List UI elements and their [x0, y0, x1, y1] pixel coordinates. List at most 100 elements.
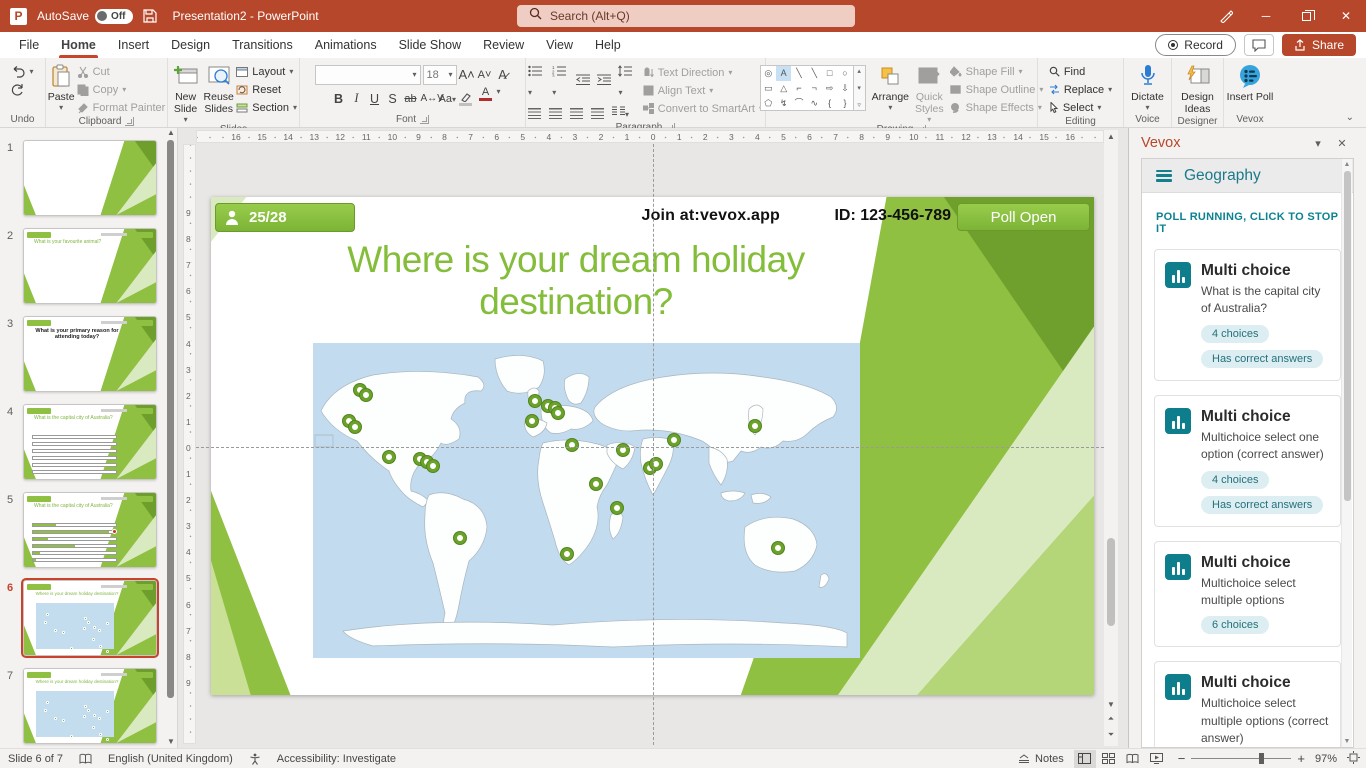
align-center-button[interactable] [549, 107, 562, 119]
zoom-level[interactable]: 97% [1315, 753, 1337, 765]
tab-design[interactable]: Design [160, 32, 221, 58]
align-left-button[interactable] [528, 107, 541, 119]
text-shadow-button[interactable]: S [385, 92, 401, 106]
previous-slide-icon[interactable]: ⏶ [1104, 714, 1118, 724]
vevox-poll-card[interactable]: Multi choice Multichoice select multiple… [1154, 661, 1341, 747]
normal-view-button[interactable] [1073, 749, 1096, 768]
vevox-poll-card[interactable]: Multi choice What is the capital city of… [1154, 249, 1341, 381]
accessibility-status[interactable]: Accessibility: Investigate [277, 753, 396, 765]
slide-thumbnail-6[interactable]: 6 Where is your dream holiday destination… [7, 578, 159, 658]
scroll-up-icon[interactable]: ▲ [1104, 132, 1118, 141]
replace-button[interactable]: Replace ▾ [1049, 81, 1112, 98]
font-color-button[interactable]: A ▾ [477, 87, 501, 110]
reset-button[interactable]: Reset [236, 81, 297, 98]
share-button[interactable]: Share [1281, 34, 1356, 56]
reuse-slides-button[interactable]: Reuse Slides [203, 61, 234, 115]
text-highlight-button[interactable] [457, 92, 475, 106]
accessibility-icon[interactable] [249, 753, 261, 765]
vevox-poll-card[interactable]: Multi choice Multichoice select multiple… [1154, 540, 1341, 648]
clear-formatting-button[interactable]: A̷ [495, 68, 511, 82]
shape-gallery[interactable]: ◎ A ╲ ╲ □ ○ ▭ △ ⌐ ¬ ⇨ ⇩ ⬠ ↯ ⌒ ∿{} [759, 65, 854, 111]
restore-button[interactable] [1286, 0, 1326, 32]
reading-view-button[interactable] [1122, 750, 1144, 768]
layout-button[interactable]: Layout ▾ [236, 63, 297, 80]
session-header[interactable]: Geography [1142, 159, 1353, 193]
notes-button[interactable]: Notes [1018, 753, 1064, 765]
comments-button[interactable] [1243, 34, 1274, 56]
close-button[interactable]: ✕ [1326, 0, 1366, 32]
shape-fill-button[interactable]: Shape Fill ▾ [949, 63, 1044, 80]
ribbon-display-options-icon[interactable] [1206, 0, 1246, 32]
save-icon[interactable] [142, 9, 157, 23]
powerpoint-app-icon[interactable]: P [10, 7, 27, 25]
align-right-button[interactable] [570, 107, 583, 119]
bullets-button[interactable]: ▾ [528, 64, 545, 100]
next-slide-icon[interactable]: ⏷ [1104, 730, 1118, 740]
increase-indent-button[interactable] [597, 73, 612, 91]
task-pane-close-icon[interactable]: ✕ [1330, 137, 1354, 150]
font-name-combobox[interactable]: ▾ [314, 64, 421, 85]
section-button[interactable]: Section ▾ [236, 99, 297, 116]
world-map[interactable] [313, 343, 860, 658]
slide-thumbnail-4[interactable]: 4 What is the capital city of Australia? [7, 404, 157, 480]
find-button[interactable]: Find [1049, 63, 1112, 80]
paste-button[interactable]: Paste ▾ [48, 61, 75, 112]
clipboard-dialog-launcher[interactable] [125, 117, 135, 126]
tab-help[interactable]: Help [584, 32, 632, 58]
shape-gallery-scroll[interactable]: ▴ ▾ ▿ [853, 65, 866, 111]
bold-button[interactable]: B [331, 92, 347, 106]
new-slide-button[interactable]: New Slide ▾ [170, 61, 201, 124]
character-spacing-button[interactable]: A↔V [421, 93, 444, 104]
justify-button[interactable] [591, 107, 604, 119]
design-ideas-button[interactable]: Design Ideas [1174, 61, 1221, 115]
tab-view[interactable]: View [535, 32, 584, 58]
tab-animations[interactable]: Animations [304, 32, 388, 58]
underline-button[interactable]: U [367, 92, 383, 106]
pane-scrollbar-thumb[interactable] [1344, 171, 1351, 501]
autosave-toggle[interactable]: AutoSave Off [37, 8, 133, 24]
tab-transitions[interactable]: Transitions [221, 32, 304, 58]
spell-check-icon[interactable] [79, 753, 92, 765]
poll-running-status[interactable]: POLL RUNNING, CLICK TO STOP IT [1156, 211, 1341, 235]
zoom-in-icon[interactable]: + [1297, 751, 1305, 766]
shape-effects-button[interactable]: Shape Effects ▾ [950, 99, 1044, 116]
fit-to-window-icon[interactable] [1347, 750, 1360, 767]
thumbnails-scrollbar[interactable] [167, 138, 174, 734]
tab-file[interactable]: File [8, 32, 50, 58]
thumbnails-scroll-down-icon[interactable]: ▼ [167, 737, 175, 746]
numbering-button[interactable]: 1 2 3 ▾ [552, 64, 569, 100]
slide-show-button[interactable] [1146, 750, 1168, 768]
menu-icon[interactable] [1156, 169, 1172, 182]
zoom-slider[interactable]: − + [1178, 751, 1305, 766]
tab-insert[interactable]: Insert [107, 32, 160, 58]
dictate-button[interactable]: Dictate ▾ [1126, 61, 1169, 112]
columns-button[interactable]: ▾ [612, 104, 629, 122]
line-spacing-button[interactable]: ▾ [618, 64, 634, 100]
slide-thumbnail-7[interactable]: 7 Where is your dream holiday destination… [7, 668, 157, 744]
change-case-button[interactable]: Aa▾ [439, 93, 456, 105]
editor-scrollbar-thumb[interactable] [1107, 538, 1115, 626]
tab-review[interactable]: Review [472, 32, 535, 58]
increase-font-size-button[interactable]: A˄ [459, 67, 475, 82]
italic-button[interactable]: I [349, 91, 365, 106]
arrange-button[interactable]: Arrange ▾ [872, 61, 909, 112]
font-dialog-launcher[interactable] [420, 115, 429, 124]
vertical-ruler[interactable]: 9 8 7 6 5 4 3 2 1 0 1 2 3 4 5 6 7 8 9 [183, 144, 196, 744]
select-button[interactable]: Select ▾ [1049, 99, 1112, 116]
zoom-slider-thumb[interactable] [1259, 753, 1265, 764]
slide-thumbnail-5[interactable]: 5 What is the capital city of Australia? [7, 492, 157, 568]
vevox-poll-card[interactable]: Multi choice Multichoice select one opti… [1154, 394, 1341, 527]
slide-thumbnail-2[interactable]: 2 What is your favourite animal? [7, 228, 157, 304]
text-box-shape[interactable]: A [775, 66, 792, 81]
decrease-font-size-button[interactable]: A˅ [477, 69, 493, 81]
convert-to-smartart-button[interactable]: Convert to SmartArt▾ [642, 100, 763, 117]
slide-canvas[interactable]: 25/28 Join at:vevox.app ID: 123-456-789 … [211, 197, 1094, 695]
task-pane-menu-icon[interactable]: ▾ [1306, 137, 1330, 150]
language-indicator[interactable]: English (United Kingdom) [108, 753, 233, 765]
align-text-button[interactable]: Align Text ▾ [643, 82, 763, 99]
zoom-out-icon[interactable]: − [1178, 751, 1186, 766]
slide-indicator[interactable]: Slide 6 of 7 [8, 753, 63, 765]
undo-button[interactable]: ▾ [11, 63, 34, 80]
slide-title[interactable]: Where is your dream holiday destination? [251, 239, 901, 323]
slide-thumbnail-1[interactable]: 1 [7, 140, 157, 216]
